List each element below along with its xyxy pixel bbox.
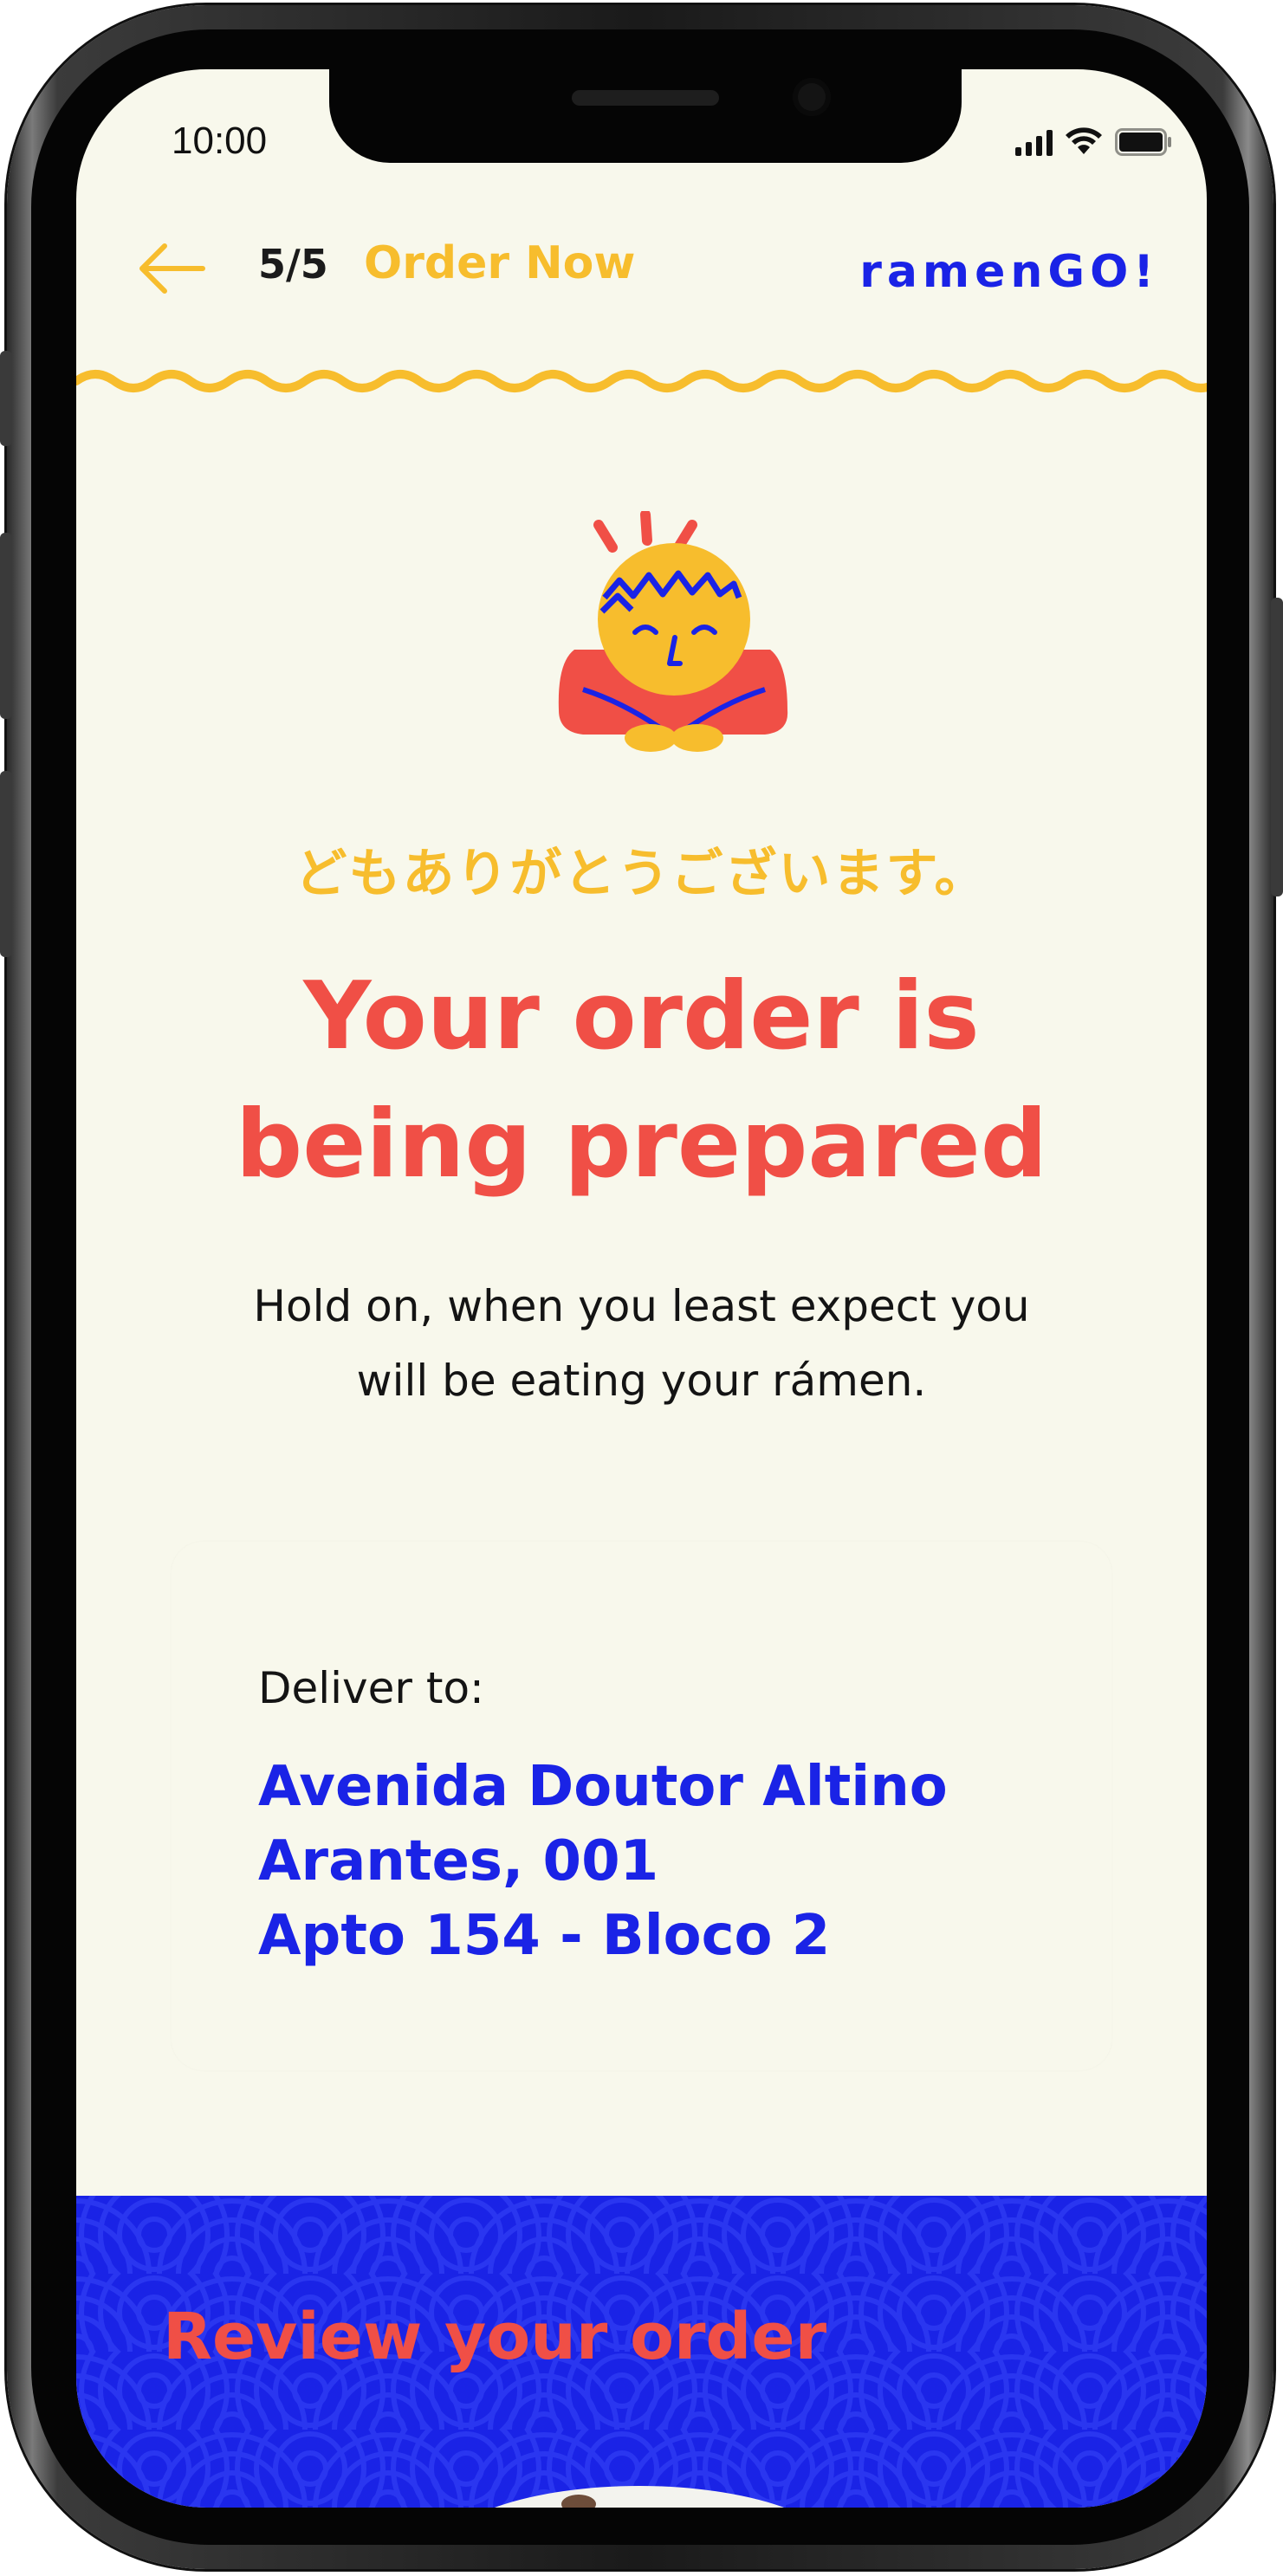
address-line: Arantes, 001 xyxy=(258,1829,659,1893)
order-status-title-line: Your order is xyxy=(303,962,980,1071)
review-order-section[interactable]: Review your order xyxy=(76,2196,1207,2508)
step-counter: 5/5 xyxy=(258,241,328,288)
subtitle-line: Hold on, when you least expect you xyxy=(253,1281,1030,1331)
thanks-text-jp: どもありがとうございます。 xyxy=(295,844,988,904)
front-camera xyxy=(793,78,831,116)
address-line: Apto 154 - Bloco 2 xyxy=(258,1904,831,1968)
bowing-mascot-icon xyxy=(558,511,788,752)
subtitle-line: will be eating your rámen. xyxy=(356,1356,927,1406)
notch xyxy=(329,69,962,163)
volume-down-button xyxy=(0,771,12,957)
app-screen: 10:00 5/5 Order Now ramenGO! どもありがとうございま… xyxy=(76,69,1207,2508)
order-status-title: Your order is being prepared xyxy=(76,953,1207,1209)
delivery-address: Avenida Doutor Altino Arantes, 001 Apto … xyxy=(258,1750,1055,1973)
delivery-card: Deliver to: Avenida Doutor Altino Arante… xyxy=(172,1542,1111,2070)
header: 5/5 Order Now ramenGO! xyxy=(76,234,1207,329)
brand-logo: ramenGO! xyxy=(859,246,1159,298)
back-button[interactable] xyxy=(137,234,206,303)
power-button xyxy=(1271,598,1283,896)
wifi-icon xyxy=(1066,127,1102,154)
battery-icon xyxy=(1115,128,1171,156)
status-time: 10:00 xyxy=(172,120,268,162)
signal-icon xyxy=(1015,130,1053,156)
arrow-left-icon xyxy=(139,243,205,294)
wave-divider xyxy=(76,370,1207,392)
order-status-title-line: being prepared xyxy=(235,1091,1048,1199)
status-icons xyxy=(1015,126,1172,156)
silent-switch xyxy=(0,351,12,446)
address-line: Avenida Doutor Altino xyxy=(258,1755,948,1819)
review-order-title: Review your order xyxy=(163,2300,827,2374)
page-title: Order Now xyxy=(364,237,636,289)
volume-up-button xyxy=(0,533,12,719)
deliver-to-label: Deliver to: xyxy=(258,1663,484,1713)
order-status-subtitle: Hold on, when you least expect you will … xyxy=(206,1269,1077,1418)
notch-speaker xyxy=(572,90,719,106)
ramen-bowl-detail xyxy=(561,2495,596,2508)
